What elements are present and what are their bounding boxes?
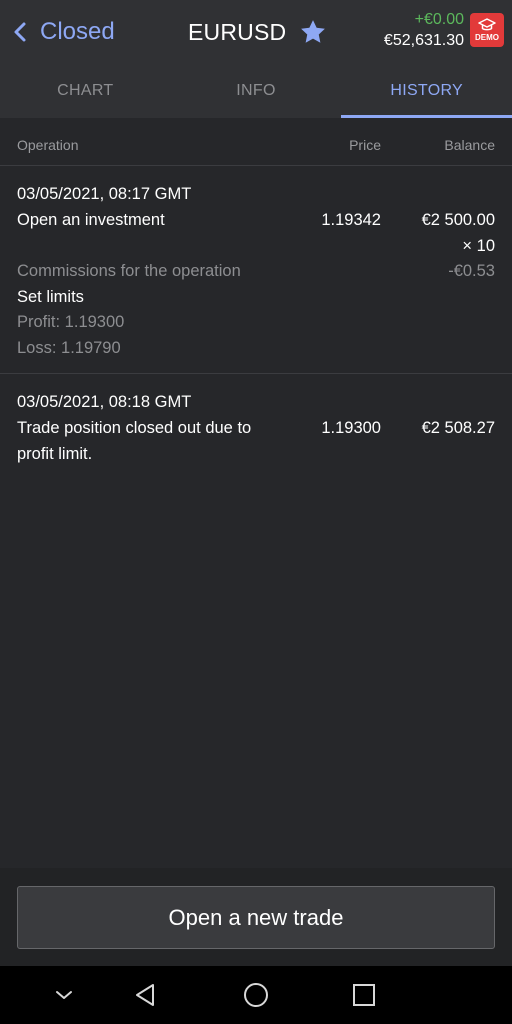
- nav-collapse-icon[interactable]: [50, 981, 78, 1009]
- column-operation: Operation: [17, 137, 79, 153]
- entry-multiplier: × 10: [462, 237, 495, 255]
- entry-loss-limit: Loss: 1.19790: [17, 339, 121, 357]
- entry-limits-label: Set limits: [17, 288, 84, 306]
- history-entry: 03/05/2021, 08:17 GMT Open an investment…: [0, 166, 512, 374]
- tab-chart[interactable]: CHART: [0, 64, 171, 118]
- balance-value: €52,631.30: [383, 32, 464, 49]
- chevron-left-icon: [10, 20, 30, 44]
- history-entry: 03/05/2021, 08:18 GMT Trade position clo…: [0, 374, 512, 474]
- instrument-title: EURUSD: [188, 18, 287, 45]
- demo-label: DEMO: [475, 33, 499, 42]
- open-new-trade-button[interactable]: Open a new trade: [17, 886, 495, 949]
- history-column-headers: Operation Price Balance: [0, 118, 512, 166]
- tab-history[interactable]: HISTORY: [341, 64, 512, 118]
- entry-commission-label: Commissions for the operation: [17, 262, 241, 280]
- top-bar: Closed EURUSD +€0.00 €52,631.30 DEMO: [0, 0, 512, 64]
- column-balance: Balance: [444, 137, 495, 153]
- back-button[interactable]: Closed: [10, 14, 115, 50]
- nav-home-icon[interactable]: [242, 981, 270, 1009]
- account-balance: +€0.00 €52,631.30: [384, 10, 464, 52]
- entry-datetime: 03/05/2021, 08:18 GMT: [17, 393, 192, 411]
- entry-price: 1.19300: [321, 419, 381, 437]
- graduation-cap-icon: [478, 18, 496, 33]
- back-label: Closed: [40, 18, 115, 45]
- app-root: Closed EURUSD +€0.00 €52,631.30 DEMO CHA…: [0, 0, 512, 1024]
- entry-operation: Trade position closed out due to: [17, 419, 252, 437]
- bottom-action-area: Open a new trade: [0, 868, 512, 966]
- demo-badge[interactable]: DEMO: [470, 13, 504, 47]
- system-nav-bar: [0, 966, 512, 1024]
- column-price: Price: [349, 137, 381, 153]
- entry-operation: Open an investment: [17, 211, 165, 229]
- nav-back-icon[interactable]: [132, 981, 160, 1009]
- star-icon[interactable]: [298, 17, 328, 47]
- pnl-value: +€0.00: [414, 11, 464, 28]
- tab-bar: CHART INFO HISTORY: [0, 64, 512, 118]
- entry-amount: €2 508.27: [421, 419, 495, 437]
- instrument-header: EURUSD: [188, 14, 328, 50]
- tab-info[interactable]: INFO: [171, 64, 342, 118]
- entry-profit-limit: Profit: 1.19300: [17, 313, 125, 331]
- entry-datetime: 03/05/2021, 08:17 GMT: [17, 185, 192, 203]
- entry-amount: €2 500.00: [421, 211, 495, 229]
- entry-price: 1.19342: [321, 211, 381, 229]
- entry-operation-continued: profit limit.: [17, 445, 93, 463]
- entry-commission-value: -€0.53: [448, 262, 495, 280]
- nav-recents-icon[interactable]: [350, 981, 378, 1009]
